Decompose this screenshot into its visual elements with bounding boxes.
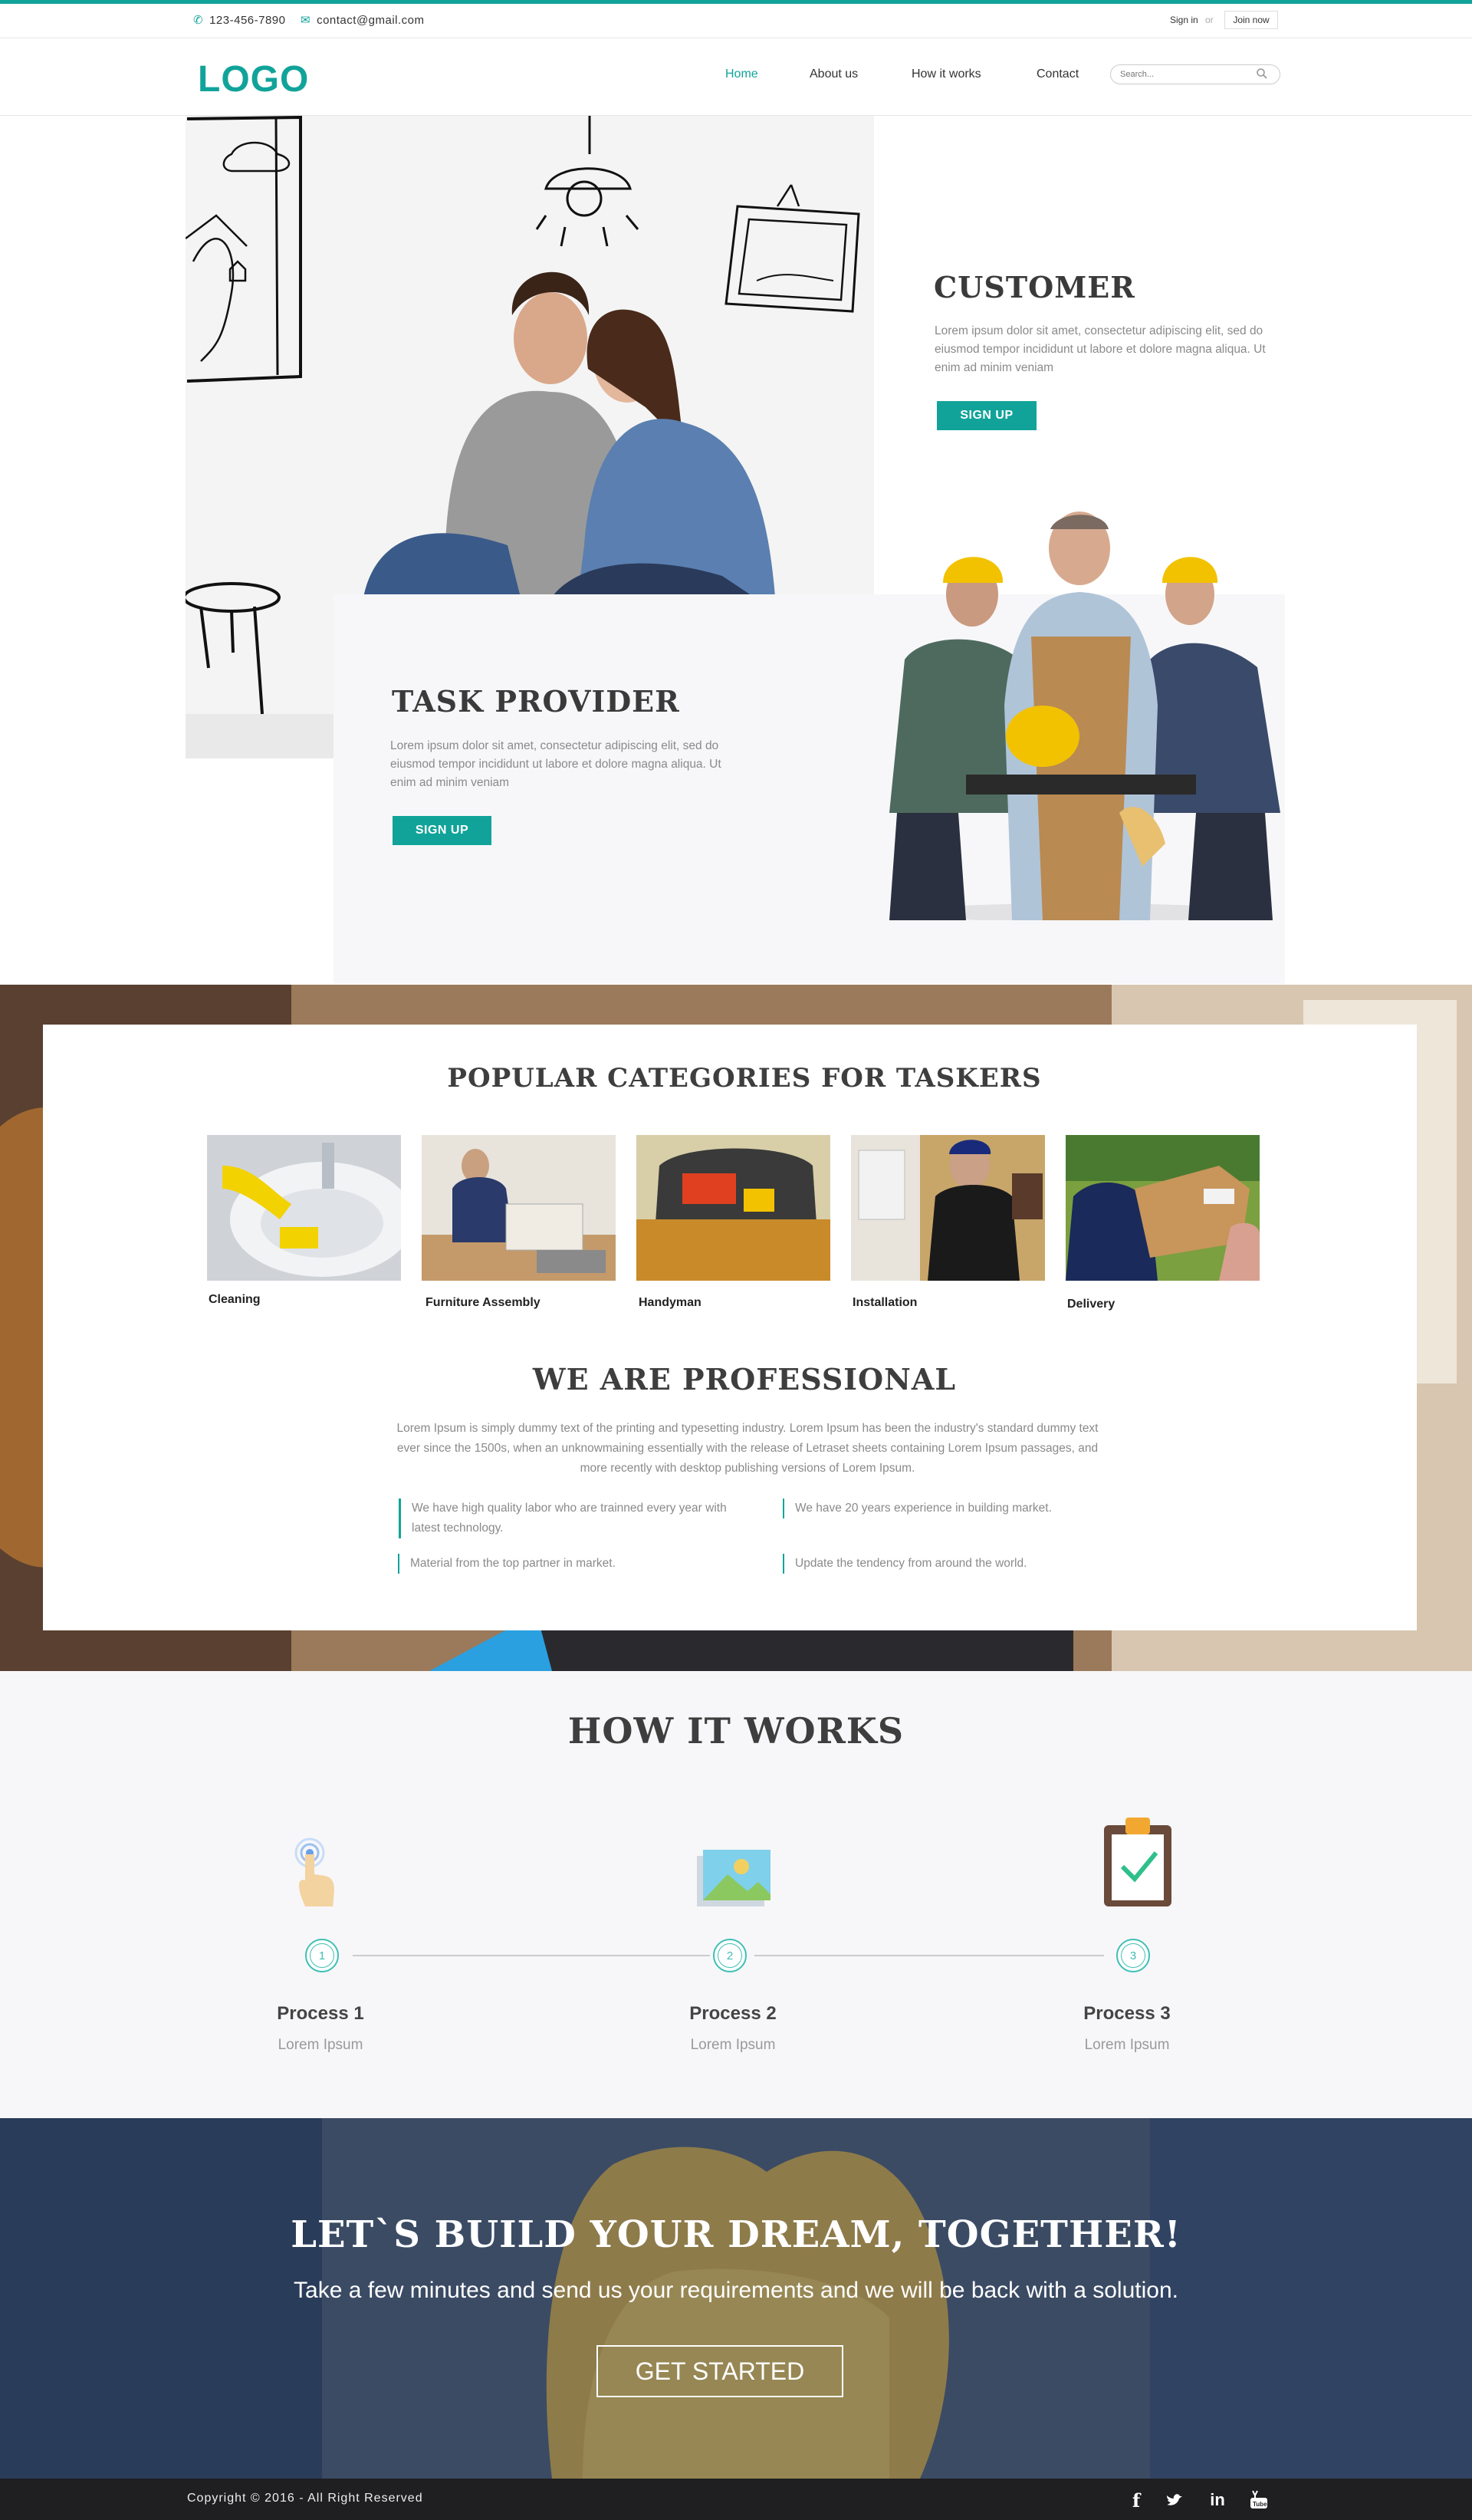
category-cleaning-image[interactable] <box>207 1135 401 1281</box>
customer-signup-button[interactable]: SIGN UP <box>937 401 1037 430</box>
copyright-text: Copyright © 2016 - All Right Reserved <box>187 2492 423 2505</box>
signin-link[interactable]: Sign in <box>1170 15 1198 25</box>
nav-contact[interactable]: Contact <box>1037 67 1079 81</box>
phone-number: 123-456-7890 <box>209 13 286 27</box>
process-2-subtitle: Lorem Ipsum <box>690 2037 776 2053</box>
nav-about-us[interactable]: About us <box>810 67 858 81</box>
professional-bullet-3: Material from the top partner in market. <box>398 1554 735 1574</box>
process-connector-2 <box>754 1955 1104 1956</box>
professional-bullet-4: Update the tendency from around the worl… <box>783 1554 1120 1574</box>
categories-title: POPULAR CATEGORIES FOR TASKERS <box>447 1063 1042 1094</box>
twitter-icon[interactable] <box>1164 2489 1185 2511</box>
category-handyman-image[interactable] <box>636 1135 830 1281</box>
process-2-title: Process 2 <box>689 2003 777 2024</box>
how-it-works-title: HOW IT WORKS <box>567 1710 905 1752</box>
professional-description: Lorem Ipsum is simply dummy text of the … <box>396 1422 1099 1475</box>
category-cleaning-label[interactable]: Cleaning <box>209 1293 261 1307</box>
task-provider-description: Lorem ipsum dolor sit amet, consectetur … <box>390 739 721 789</box>
get-started-button[interactable]: GET STARTED <box>596 2345 843 2397</box>
process-connector-1 <box>353 1955 710 1956</box>
process-1-number: 1 <box>310 1943 334 1968</box>
top-bar: ✆ 123-456-7890 ✉ contact@gmail.com Sign … <box>0 0 1472 38</box>
professional-bullet-1: We have high quality labor who are train… <box>399 1499 736 1538</box>
task-provider-signup-button[interactable]: SIGN UP <box>393 816 491 845</box>
process-3-number: 3 <box>1121 1943 1145 1968</box>
category-delivery-image[interactable] <box>1066 1135 1260 1281</box>
nav-how-it-works[interactable]: How it works <box>912 67 981 81</box>
workers-image <box>874 506 1285 922</box>
task-provider-title: TASK PROVIDER <box>392 684 680 719</box>
email-icon: ✉ <box>301 14 311 27</box>
or-separator: or <box>1205 15 1214 25</box>
category-handyman-label[interactable]: Handyman <box>639 1296 702 1310</box>
category-furniture-assembly-image[interactable] <box>422 1135 616 1281</box>
email-address[interactable]: contact@gmail.com <box>317 14 424 27</box>
category-furniture-assembly-label[interactable]: Furniture Assembly <box>426 1296 540 1310</box>
cta-title: LET`S BUILD YOUR DREAM, TOGETHER! <box>291 2213 1181 2256</box>
youtube-icon[interactable]: Tube <box>1248 2489 1270 2511</box>
facebook-icon[interactable]: f <box>1125 2489 1147 2512</box>
image-gallery-icon <box>697 1850 770 1906</box>
svg-text:Tube: Tube <box>1253 2501 1267 2508</box>
customer-description: Lorem ipsum dolor sit amet, consectetur … <box>935 324 1266 374</box>
process-3-step-marker: 3 <box>1116 1939 1150 1972</box>
category-installation-label[interactable]: Installation <box>853 1296 917 1310</box>
process-1-subtitle: Lorem Ipsum <box>278 2037 363 2053</box>
category-delivery-label[interactable]: Delivery <box>1067 1298 1115 1311</box>
process-1-step-marker: 1 <box>305 1939 339 1972</box>
main-navbar: LOGO Home About us How it works Contact <box>0 38 1472 116</box>
phone-icon: ✆ <box>193 14 204 27</box>
email-contact[interactable]: ✉ contact@gmail.com <box>301 13 425 28</box>
tap-finger-icon <box>294 1837 334 1906</box>
process-1-title: Process 1 <box>277 2003 364 2024</box>
process-2-step-marker: 2 <box>713 1939 747 1972</box>
logo[interactable]: LOGO <box>198 58 309 100</box>
process-3-subtitle: Lorem Ipsum <box>1084 2037 1170 2053</box>
search-input[interactable] <box>1110 64 1280 84</box>
professional-bullet-2: We have 20 years experience in building … <box>783 1499 1120 1518</box>
process-2-number: 2 <box>718 1943 742 1968</box>
linkedin-icon[interactable]: in <box>1207 2489 1228 2511</box>
professional-title: WE ARE PROFESSIONAL <box>532 1362 957 1397</box>
categories-card <box>43 1025 1417 1630</box>
nav-home[interactable]: Home <box>725 67 758 81</box>
footer: Copyright © 2016 - All Right Reserved f … <box>0 2479 1472 2520</box>
customer-title: CUSTOMER <box>934 270 1135 304</box>
join-now-button[interactable]: Join now <box>1224 11 1278 29</box>
process-3-title: Process 3 <box>1083 2003 1171 2024</box>
clipboard-check-icon <box>1104 1818 1171 1906</box>
cta-description: Take a few minutes and send us your requ… <box>294 2278 1178 2303</box>
phone-contact: ✆ 123-456-7890 <box>193 13 286 28</box>
category-installation-image[interactable] <box>851 1135 1045 1281</box>
search-icon[interactable] <box>1256 67 1268 80</box>
